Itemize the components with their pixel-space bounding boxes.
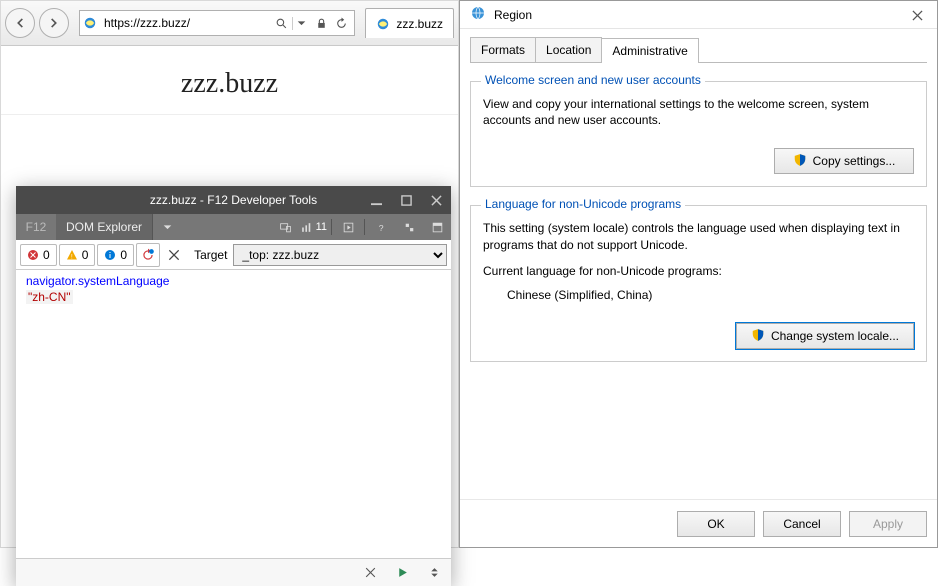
pin-icon[interactable] (395, 214, 423, 240)
address-tools (268, 14, 354, 32)
group-non-unicode: Language for non-Unicode programs This s… (470, 205, 927, 362)
info-count[interactable]: 0 (97, 244, 134, 266)
warning-count[interactable]: !0 (59, 244, 96, 266)
clear-session-icon[interactable] (136, 243, 160, 267)
search-icon[interactable] (272, 14, 290, 32)
tab-dom-explorer[interactable]: DOM Explorer (56, 214, 153, 240)
forward-button[interactable] (39, 8, 69, 38)
dialog-title: Region (494, 8, 532, 22)
tab-location[interactable]: Location (535, 37, 602, 62)
tab-strip: zzz.buzz (365, 8, 454, 38)
dock-icon[interactable] (423, 214, 451, 240)
dialog-body: Formats Location Administrative Welcome … (460, 29, 937, 499)
chevron-down-icon[interactable] (292, 17, 310, 30)
ok-button[interactable]: OK (677, 511, 755, 537)
current-language-label: Current language for non-Unicode program… (483, 263, 914, 279)
step-icon[interactable] (334, 214, 362, 240)
maximize-button[interactable] (391, 186, 421, 214)
group-text: View and copy your international setting… (483, 96, 914, 128)
cancel-button[interactable]: Cancel (763, 511, 841, 537)
dialog-titlebar: Region (460, 1, 937, 29)
ie-logo-icon (80, 16, 100, 30)
target-select[interactable]: _top: zzz.buzz (233, 244, 447, 266)
region-dialog: Region Formats Location Administrative W… (459, 0, 938, 548)
devtools-footer (16, 558, 451, 586)
change-system-locale-button[interactable]: Change system locale... (736, 323, 914, 349)
expand-icon[interactable] (423, 562, 445, 584)
browser-tab[interactable]: zzz.buzz (365, 8, 454, 38)
lock-icon[interactable] (312, 14, 330, 32)
group-welcome-screen: Welcome screen and new user accounts Vie… (470, 81, 927, 187)
devtools-titlebar: zzz.buzz - F12 Developer Tools (16, 186, 451, 214)
devtools-tabstrip: F12 DOM Explorer 11 ? (16, 214, 451, 240)
tab-overflow-icon[interactable] (153, 214, 181, 240)
target-label: Target (194, 248, 227, 262)
url-input[interactable] (100, 16, 268, 30)
copy-settings-button[interactable]: Copy settings... (774, 148, 914, 174)
f12-label: F12 (16, 214, 56, 240)
globe-icon (470, 5, 486, 24)
current-language-value: Chinese (Simplified, China) (507, 287, 914, 303)
error-count[interactable]: 0 (20, 244, 57, 266)
tab-formats[interactable]: Formats (470, 37, 536, 62)
devtools-title: zzz.buzz - F12 Developer Tools (150, 193, 317, 207)
svg-text:?: ? (378, 222, 383, 232)
responsive-icon[interactable] (272, 214, 300, 240)
run-icon[interactable] (391, 562, 413, 584)
dialog-footer: OK Cancel Apply (460, 499, 937, 547)
refresh-icon[interactable] (332, 14, 350, 32)
page-content: zzz.buzz zzz.buzz - F12 Developer Tools … (1, 46, 458, 546)
tab-label: zzz.buzz (396, 17, 443, 31)
arrow-right-icon (47, 16, 61, 30)
close-button[interactable] (897, 1, 937, 29)
arrow-left-icon (13, 16, 27, 30)
help-icon[interactable]: ? (367, 214, 395, 240)
minimize-button[interactable] (361, 186, 391, 214)
devtools-toolbar: 0 !0 0 Target _top: zzz.buzz (16, 240, 451, 270)
ie-toolbar: zzz.buzz (1, 1, 458, 46)
group-legend: Welcome screen and new user accounts (481, 73, 705, 87)
shield-icon (793, 153, 807, 170)
shield-icon (751, 328, 765, 345)
close-button[interactable] (421, 186, 451, 214)
address-bar (79, 10, 355, 36)
tab-list: Formats Location Administrative (470, 37, 927, 63)
console-pane[interactable]: navigator.systemLanguage "zh-CN" (16, 270, 451, 558)
cpu-count: 11 (300, 214, 329, 240)
clear-icon[interactable] (359, 562, 381, 584)
bars-icon (300, 221, 313, 234)
ie-window: zzz.buzz zzz.buzz zzz.buzz - F12 Develop… (0, 0, 459, 548)
back-button[interactable] (5, 8, 35, 38)
page-title: zzz.buzz (1, 46, 458, 115)
clear-icon[interactable] (162, 243, 186, 267)
group-legend: Language for non-Unicode programs (481, 197, 685, 211)
apply-button: Apply (849, 511, 927, 537)
group-text: This setting (system locale) controls th… (483, 220, 914, 252)
console-input-line: navigator.systemLanguage (26, 274, 441, 288)
tab-administrative[interactable]: Administrative (601, 38, 698, 63)
devtools-window: zzz.buzz - F12 Developer Tools F12 DOM E… (16, 186, 451, 586)
ie-logo-icon (376, 17, 390, 31)
console-output-line: "zh-CN" (26, 290, 73, 304)
